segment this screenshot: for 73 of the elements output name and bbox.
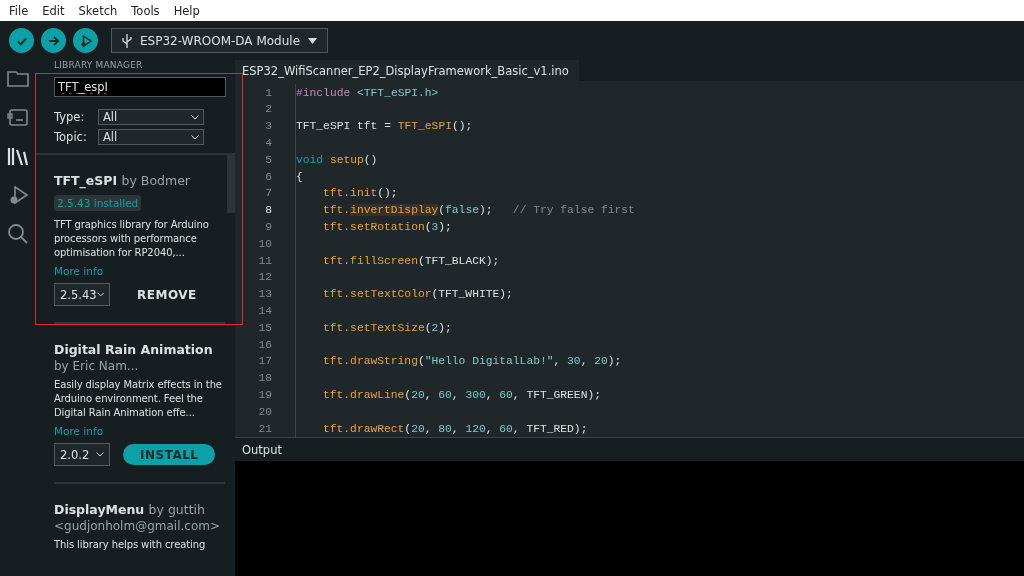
line-number: 3 [264, 120, 273, 133]
line-number: 2 [264, 103, 273, 116]
library-author: by Eric Nam... [54, 358, 140, 375]
version-select[interactable]: 2.5.43 [54, 283, 110, 306]
install-button[interactable]: INSTALL [123, 444, 216, 465]
line-number: 6 [264, 170, 273, 183]
more-info-link[interactable]: More info [54, 264, 104, 278]
filter-label: Topic: [54, 130, 88, 144]
file-tab[interactable]: ESP32_WifiScanner_EP2_DisplayFramework_Basic_v1.ino [235, 60, 579, 82]
line-number: 1 [264, 86, 273, 99]
line-number: 4 [264, 137, 273, 150]
line-number: 8 [264, 204, 273, 217]
code-line: tft.fillScreen(TFT_BLACK); [323, 254, 500, 267]
code-line: tft.drawRect(20, 80, 120, 60, TFT_RED); [323, 422, 588, 435]
caret-icon [308, 37, 317, 44]
remove-button[interactable]: REMOVE [123, 284, 211, 305]
line-number: 21 [257, 422, 273, 435]
chevron-down-icon [191, 114, 199, 120]
line-number: 17 [257, 355, 273, 368]
line-number: 15 [257, 321, 273, 334]
line-number: 18 [257, 372, 273, 385]
library-name: Digital Rain Animation [54, 341, 214, 358]
panel-title: LIBRARY MANAGER [54, 60, 144, 72]
installed-badge: 2.5.43 installed [54, 195, 142, 211]
filter-select[interactable]: All [98, 129, 204, 145]
chevron-down-icon [96, 292, 104, 297]
upload-button[interactable] [41, 28, 66, 53]
menu-item[interactable]: Help [166, 3, 207, 18]
menu-item[interactable]: Edit [35, 3, 72, 18]
search-field[interactable]: TFT_espI [54, 77, 226, 97]
verify-button[interactable] [9, 28, 34, 53]
code-line: tft.init(); [323, 187, 398, 200]
code-line: tft.setTextColor(TFT_WHITE); [323, 288, 513, 301]
code-line: tft.setRotation(3); [323, 221, 452, 234]
more-info-link[interactable]: More info [54, 424, 104, 438]
line-number: 7 [264, 187, 273, 200]
line-number: 14 [257, 305, 273, 317]
menu-item[interactable]: Tools [124, 3, 167, 18]
panel-title: Output [242, 442, 282, 457]
library-description: Easily display Matrix effects in the Arduino environment. Feel the Digital Rain Animation effe... [54, 378, 223, 420]
line-number: 20 [257, 405, 273, 418]
board-selector[interactable]: ESP32-WROOM-DA Module [111, 28, 328, 53]
filter-label: Type: [54, 110, 86, 124]
search-icon[interactable] [5, 222, 30, 246]
line-number: 9 [264, 221, 273, 234]
debug-button[interactable] [73, 28, 98, 53]
line-number: 16 [257, 338, 273, 351]
author-email: <gudjonholm@gmail.com> [54, 518, 221, 535]
code-line: tft.drawLine(20, 60, 300, 60, TFT_GREEN); [323, 389, 601, 401]
line-number: 10 [257, 237, 273, 250]
library-description: This library helps with creating [54, 538, 207, 552]
code-line: tft.setTextSize(2); [323, 321, 452, 334]
line-number: 12 [257, 271, 273, 284]
usb-icon [122, 33, 132, 48]
line-number: 13 [257, 288, 273, 301]
library-name: DisplayMenu by guttih [54, 501, 206, 518]
code-line: tft.drawString("Hello DigitalLab!", 30, 20); [323, 355, 622, 368]
line-number: 11 [257, 254, 273, 267]
line-number: 5 [264, 153, 273, 166]
code-line: { [296, 170, 303, 183]
library-description: TFT graphics library for Arduino processors with performance optimisation for RP2040,... [54, 218, 210, 260]
code-line: void setup() [296, 153, 378, 166]
menu-item[interactable]: Sketch [71, 3, 125, 18]
code-line: TFT_eSPI tft = TFT_eSPI(); [296, 120, 473, 133]
library-name: TFT_eSPI by Bodmer [54, 172, 191, 189]
filter-select[interactable]: All [98, 109, 204, 125]
chevron-down-icon [96, 452, 104, 457]
code-line: #include <TFT_eSPI.h> [296, 86, 439, 99]
menu-item[interactable]: File [2, 3, 36, 18]
line-number: 19 [257, 389, 273, 401]
code-line: tft.invertDisplay(false); // Try false first [323, 204, 635, 217]
version-select[interactable]: 2.0.2 [54, 443, 110, 466]
chevron-down-icon [191, 134, 199, 140]
